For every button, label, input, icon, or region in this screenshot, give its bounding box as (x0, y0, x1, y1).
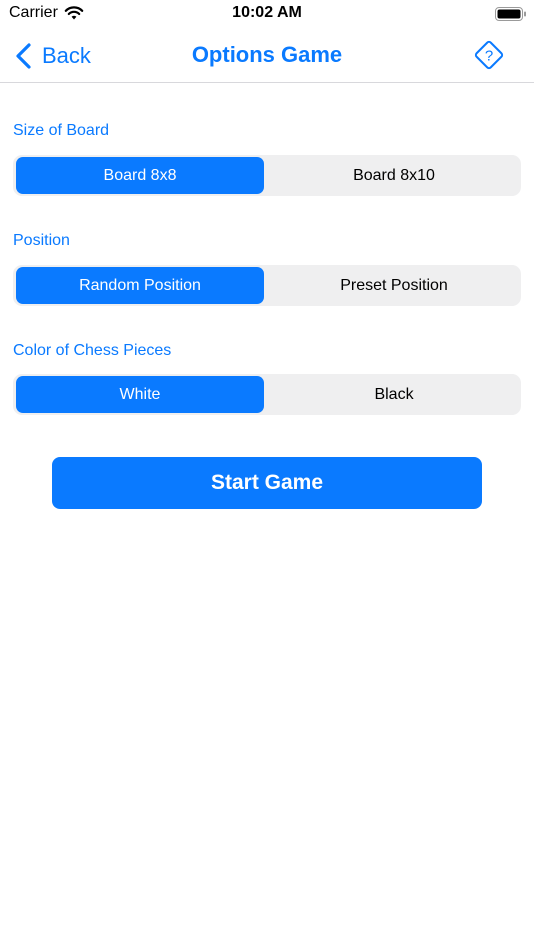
battery-icon (495, 7, 526, 21)
navigation-bar: Back Options Game ? (0, 30, 534, 83)
board-size-label: Size of Board (13, 122, 110, 139)
piece-color-label: Color of Chess Pieces (13, 342, 172, 359)
status-time: 10:02 AM (232, 4, 302, 21)
status-bar: Carrier 10:02 AM (0, 0, 534, 30)
segment-preset-position[interactable]: Preset Position (270, 267, 518, 304)
segment-random-position[interactable]: Random Position (16, 267, 264, 304)
position-segmented-control: Random Position Preset Position (13, 265, 521, 306)
piece-color-segmented-control: White Black (13, 374, 521, 415)
board-size-segmented-control: Board 8x8 Board 8x10 (13, 155, 521, 196)
page-title: Options Game (191, 42, 343, 67)
segment-board-8x10[interactable]: Board 8x10 (270, 157, 518, 194)
segment-board-8x8[interactable]: Board 8x8 (16, 157, 264, 194)
svg-text:?: ? (485, 48, 493, 65)
help-diamond-icon[interactable]: ? (472, 38, 506, 72)
start-game-button[interactable]: Start Game (52, 457, 482, 509)
segment-white[interactable]: White (16, 376, 264, 413)
position-label: Position (13, 232, 70, 249)
segment-black[interactable]: Black (270, 376, 518, 413)
